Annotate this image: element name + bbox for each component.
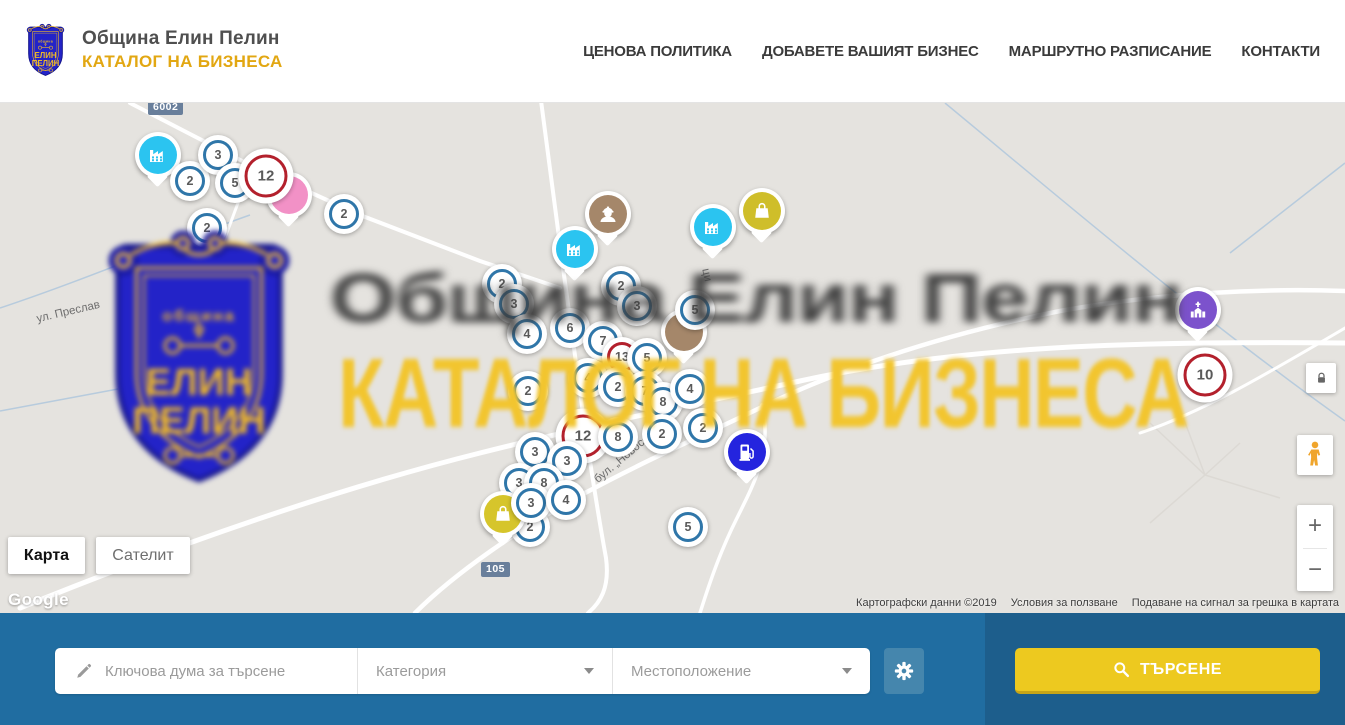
header: Община Елин Пелин КАТАЛОГ НА БИЗНЕСА ЦЕН… — [0, 0, 1345, 103]
map-cluster-marker[interactable]: 5 — [668, 507, 708, 547]
site-logo[interactable]: Община Елин Пелин КАТАЛОГ НА БИЗНЕСА — [22, 20, 283, 80]
lock-icon — [1314, 371, 1329, 386]
factory-icon — [701, 215, 725, 239]
pin-disc — [694, 208, 732, 246]
cluster-count: 3 — [528, 496, 535, 510]
keyword-field[interactable] — [55, 648, 358, 694]
site-subtitle: КАТАЛОГ НА БИЗНЕСА — [82, 52, 283, 72]
pin-disc — [1179, 291, 1217, 329]
map-type-control: Карта Сателит — [8, 537, 190, 574]
worker-icon — [596, 202, 620, 226]
municipality-emblem-icon — [22, 20, 69, 80]
pin-disc — [589, 195, 627, 233]
watermark-title: Община Елин Пелин — [330, 263, 1182, 333]
zoom-control: + − — [1297, 505, 1333, 591]
category-dropdown[interactable]: Категория — [358, 648, 613, 694]
attribution-copyright: Картографски данни ©2019 — [856, 597, 997, 609]
gear-icon — [894, 661, 914, 681]
cluster-count: 3 — [564, 454, 571, 468]
map-type-satellite-button[interactable]: Сателит — [96, 537, 190, 574]
pencil-icon — [75, 662, 93, 680]
cluster-count: 2 — [187, 174, 194, 188]
pin-disc — [139, 136, 177, 174]
search-icon — [1113, 661, 1130, 678]
road-badge: 105 — [481, 562, 510, 577]
search-keyword-input[interactable] — [105, 663, 335, 680]
search-button[interactable]: ТЪРСЕНЕ — [1015, 648, 1320, 694]
category-dropdown-label: Категория — [376, 663, 446, 680]
report-error-link[interactable]: Подаване на сигнал за грешка в картата — [1132, 597, 1339, 609]
google-logo[interactable]: Google — [8, 590, 69, 610]
cluster-count: 2 — [341, 207, 348, 221]
cluster-count: 12 — [258, 168, 275, 185]
zoom-out-button[interactable]: − — [1297, 548, 1333, 591]
pegman-icon — [1304, 440, 1326, 470]
map-attribution: Картографски данни ©2019 Условия за полз… — [856, 597, 1339, 609]
cluster-count: 4 — [563, 493, 570, 507]
search-fields: Категория Местоположение — [55, 648, 870, 694]
factory-icon — [146, 143, 170, 167]
caret-down-icon — [842, 668, 852, 674]
road-badge: 6002 — [148, 103, 183, 115]
watermark-municipality-emblem — [85, 215, 313, 499]
factory-icon — [563, 237, 587, 261]
lock-button[interactable] — [1306, 363, 1336, 393]
site-title: Община Елин Пелин — [82, 28, 283, 50]
nav-contacts[interactable]: КОНТАКТИ — [1241, 43, 1320, 60]
map-cluster-marker[interactable]: 2 — [324, 194, 364, 234]
cluster-count: 3 — [215, 148, 222, 162]
pegman-button[interactable] — [1297, 435, 1333, 475]
cluster-count: 5 — [685, 520, 692, 534]
advanced-filters-button[interactable] — [884, 648, 924, 694]
caret-down-icon — [584, 668, 594, 674]
map-cluster-marker[interactable]: 4 — [546, 480, 586, 520]
location-dropdown[interactable]: Местоположение — [613, 648, 870, 694]
nav-route-schedule[interactable]: МАРШРУТНО РАЗПИСАНИЕ — [1009, 43, 1212, 60]
map-cluster-marker[interactable]: 3 — [511, 483, 551, 523]
terms-link[interactable]: Условия за ползване — [1011, 597, 1118, 609]
church-icon — [1186, 298, 1210, 322]
search-bar: Категория Местоположение ТЪРСЕНЕ — [0, 613, 1345, 725]
main-nav: ЦЕНОВА ПОЛИТИКА ДОБАВЕТЕ ВАШИЯТ БИЗНЕС М… — [583, 0, 1320, 102]
map-cluster-marker[interactable]: 12 — [239, 149, 294, 204]
map-pin-marker-factory[interactable] — [690, 204, 736, 250]
nav-pricing-policy[interactable]: ЦЕНОВА ПОЛИТИКА — [583, 43, 732, 60]
cluster-count: 5 — [232, 176, 239, 190]
map-canvas[interactable]: 6002 105 ул. Преслав бул. „Новосел ци 23… — [0, 103, 1345, 613]
pin-disc — [743, 192, 781, 230]
cluster-count: 10 — [1197, 367, 1214, 384]
shopping-bag-icon — [751, 200, 773, 222]
zoom-in-button[interactable]: + — [1297, 505, 1333, 548]
map-type-map-button[interactable]: Карта — [8, 537, 85, 574]
nav-add-business[interactable]: ДОБАВЕТЕ ВАШИЯТ БИЗНЕС — [762, 43, 979, 60]
map-pin-marker-worker[interactable] — [585, 191, 631, 237]
watermark-subtitle: КАТАЛОГ НА БИЗНЕСА — [338, 340, 1188, 448]
map-pin-marker-bag[interactable] — [739, 188, 785, 234]
search-button-label: ТЪРСЕНЕ — [1140, 661, 1222, 679]
location-dropdown-label: Местоположение — [631, 663, 751, 680]
